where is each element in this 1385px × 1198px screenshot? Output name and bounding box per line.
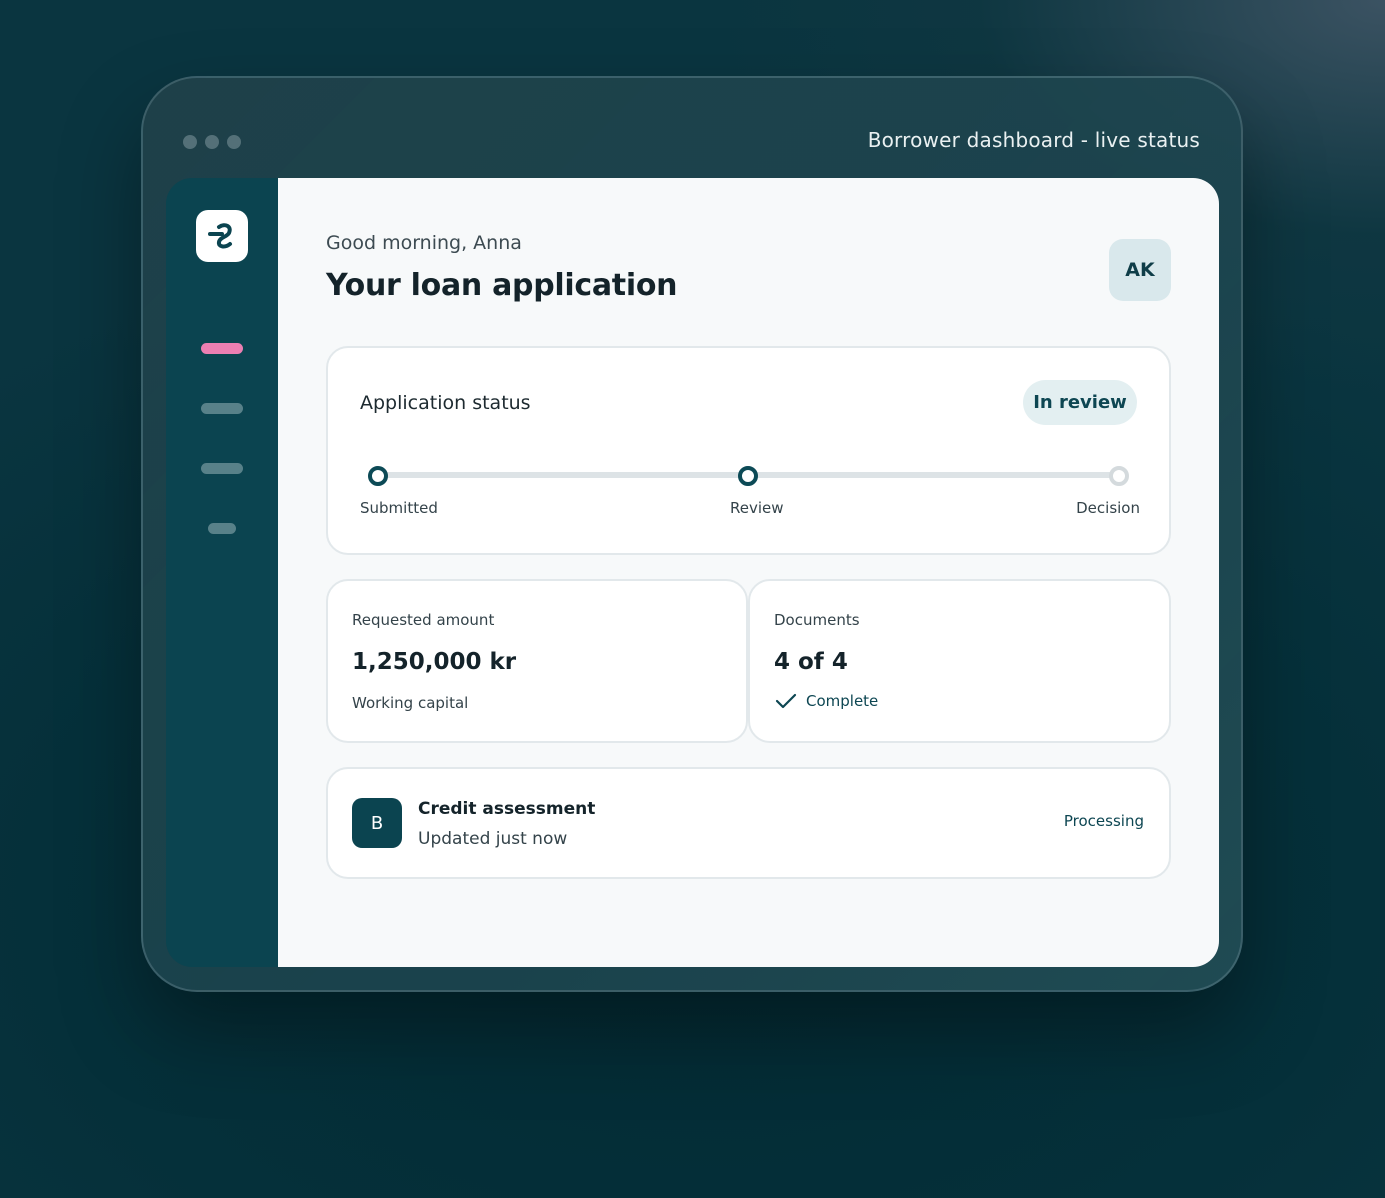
documents-label: Documents bbox=[774, 611, 860, 629]
window-title: Borrower dashboard - live status bbox=[867, 128, 1200, 152]
amount-purpose: Working capital bbox=[352, 694, 469, 712]
sidebar-item-2[interactable] bbox=[201, 403, 243, 414]
step-label-decision: Decision bbox=[1076, 499, 1140, 517]
amount-label: Requested amount bbox=[352, 611, 495, 629]
main-content: Good morning, Anna Your loan application… bbox=[278, 178, 1219, 967]
credit-assessment-title: Credit assessment bbox=[418, 799, 596, 819]
documents-count: 4 of 4 bbox=[774, 649, 848, 675]
sidebar bbox=[166, 178, 278, 967]
brand-logo-glyph bbox=[208, 223, 232, 249]
documents-status: Complete bbox=[774, 691, 878, 711]
documents-card: Documents 4 of 4 Complete bbox=[748, 579, 1171, 743]
step-decision-dot bbox=[1109, 466, 1129, 486]
step-label-submitted: Submitted bbox=[360, 499, 438, 517]
credit-assessment-icon: B bbox=[352, 798, 402, 848]
requested-amount-card: Requested amount 1,250,000 kr Working ca… bbox=[326, 579, 748, 743]
avatar[interactable]: AK bbox=[1109, 239, 1171, 301]
status-card-title: Application status bbox=[360, 392, 531, 414]
step-review-dot bbox=[738, 466, 758, 486]
sidebar-item-overview[interactable] bbox=[201, 343, 243, 354]
brand-logo-icon[interactable] bbox=[196, 210, 248, 262]
page-title: Your loan application bbox=[326, 268, 678, 303]
amount-value: 1,250,000 kr bbox=[352, 649, 517, 675]
window-dot-icon[interactable] bbox=[183, 135, 197, 149]
sidebar-item-3[interactable] bbox=[201, 463, 243, 474]
credit-assessment-card[interactable]: B Credit assessment Updated just now Pro… bbox=[326, 767, 1171, 879]
documents-status-label: Complete bbox=[806, 692, 879, 710]
credit-assessment-status: Processing bbox=[1063, 812, 1144, 830]
greeting-text: Good morning, Anna bbox=[326, 232, 522, 254]
window-dot-icon[interactable] bbox=[227, 135, 241, 149]
step-label-review: Review bbox=[730, 499, 784, 517]
window-controls bbox=[183, 135, 241, 149]
application-status-card: Application status In review Submitted R… bbox=[326, 346, 1171, 555]
step-submitted-dot bbox=[368, 466, 388, 486]
credit-assessment-updated: Updated just now bbox=[418, 829, 568, 849]
status-badge: In review bbox=[1023, 380, 1137, 425]
sidebar-item-4[interactable] bbox=[208, 523, 236, 534]
check-icon bbox=[775, 693, 797, 709]
window-dot-icon[interactable] bbox=[205, 135, 219, 149]
